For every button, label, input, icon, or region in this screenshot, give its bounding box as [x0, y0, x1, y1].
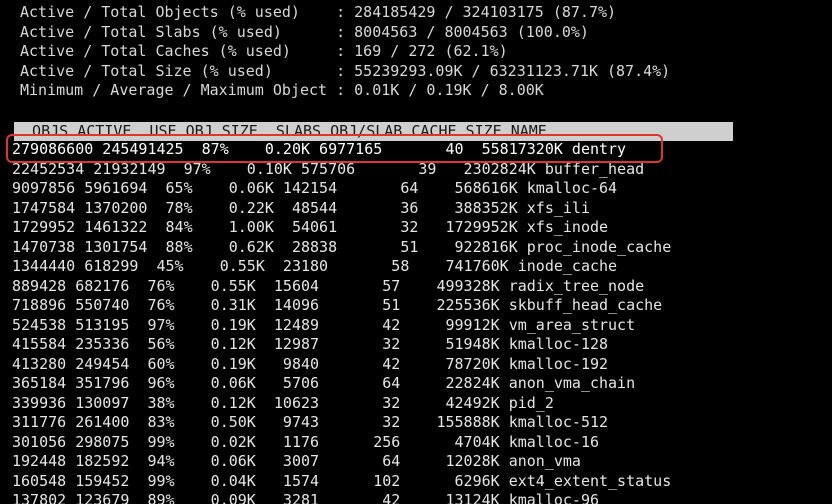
- table-row: 192448 182592 94% 0.06K 3007 64 12028K a…: [12, 452, 581, 470]
- table-row: 1747584 1370200 78% 0.22K 48544 36 38835…: [12, 198, 590, 217]
- table-row: 1470738 1301754 88% 0.62K 28838 51 92281…: [12, 237, 672, 256]
- table-row: 311776 261400 83% 0.50K 9743 32 155888K …: [12, 413, 609, 431]
- table-row: 1344440 618299 45% 0.55K 23180 58 741760…: [12, 257, 618, 275]
- summary-line-object-size: Minimum / Average / Maximum Object : 0.0…: [20, 81, 544, 99]
- table-row: 413280 249454 60% 0.19K 9840 42 78720K k…: [12, 354, 609, 373]
- terminal-window[interactable]: Active / Total Objects (% used) : 284185…: [0, 0, 832, 504]
- table-row: 365184 351796 96% 0.06K 5706 64 22824K a…: [12, 374, 636, 392]
- table-row: 9097856 5961694 65% 0.06K 142154 64 5686…: [12, 179, 618, 197]
- table-row: 137802 123679 89% 0.09K 3281 42 13124K k…: [12, 491, 599, 504]
- summary-line-slabs: Active / Total Slabs (% used) : 8004563 …: [20, 22, 589, 41]
- table-row: 339936 130097 38% 0.12K 10623 32 42492K …: [12, 393, 554, 412]
- dentry-highlight-box: [6, 134, 663, 163]
- summary-line-caches: Active / Total Caches (% used) : 169 / 2…: [20, 42, 508, 60]
- summary-line-objects: Active / Total Objects (% used) : 284185…: [20, 3, 617, 21]
- table-row: 718896 550740 76% 0.31K 14096 51 225536K…: [12, 296, 663, 314]
- table-row: 415584 235336 56% 0.12K 12987 32 51948K …: [12, 335, 609, 353]
- table-row: 1729952 1461322 84% 1.00K 54061 32 17299…: [12, 218, 609, 236]
- summary-line-size: Active / Total Size (% used) : 55239293.…: [20, 61, 671, 80]
- table-row: 301056 298075 99% 0.02K 1176 256 4704K k…: [12, 432, 599, 451]
- table-row: 160548 159452 99% 0.04K 1574 102 6296K e…: [12, 471, 672, 490]
- table-row: 889428 682176 76% 0.55K 15604 57 499328K…: [12, 276, 645, 295]
- table-row: 524538 513195 97% 0.19K 12489 42 99912K …: [12, 315, 636, 334]
